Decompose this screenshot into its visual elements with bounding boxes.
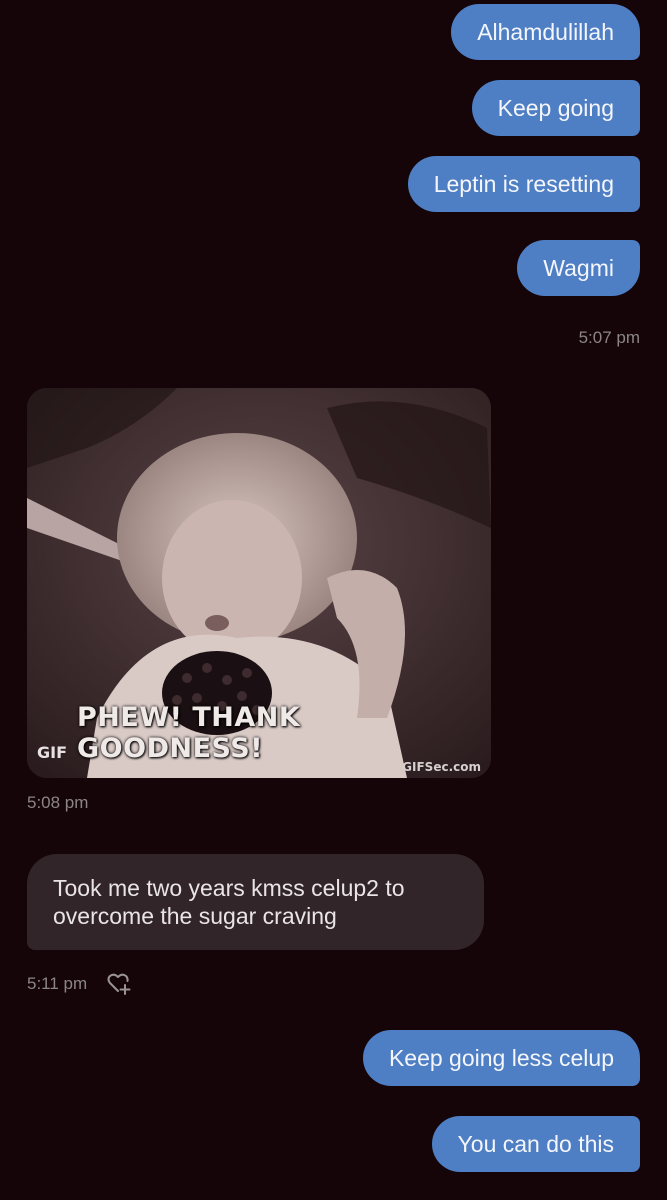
sent-message-bubble[interactable]: Keep going [471, 80, 640, 136]
sent-message-bubble[interactable]: Leptin is resetting [407, 156, 640, 212]
message-text: Keep going less celup [388, 1045, 614, 1071]
message-timestamp: 5:07 pm [578, 328, 640, 347]
dm-conversation: Alhamdulillah Keep going Leptin is reset… [0, 0, 667, 1200]
heart-plus-icon[interactable] [106, 970, 132, 996]
gif-caption: PHEW! THANK GOODNESS! [77, 702, 301, 764]
message-text: Wagmi [543, 255, 614, 281]
message-timestamp: 5:08 pm [27, 793, 89, 812]
sent-message-bubble[interactable]: Keep going less celup [362, 1030, 640, 1086]
sent-message-bubble[interactable]: You can do this [431, 1116, 640, 1172]
message-timestamp: 5:11 pm [27, 974, 88, 993]
sent-message-bubble[interactable]: Wagmi [517, 240, 640, 296]
message-text: Took me two years kmss celup2 to overcom… [53, 875, 405, 929]
sent-message-bubble[interactable]: Alhamdulillah [451, 4, 640, 60]
message-text: Keep going [497, 95, 614, 121]
gif-message[interactable]: GIF PHEW! THANK GOODNESS! GIFSec.com [27, 388, 491, 778]
gif-watermark: GIFSec.com [402, 760, 481, 774]
message-text: Leptin is resetting [433, 171, 614, 197]
received-message-bubble[interactable]: Took me two years kmss celup2 to overcom… [27, 854, 484, 950]
gif-badge: GIF [37, 743, 68, 762]
message-text: You can do this [457, 1131, 614, 1157]
message-text: Alhamdulillah [477, 19, 614, 45]
